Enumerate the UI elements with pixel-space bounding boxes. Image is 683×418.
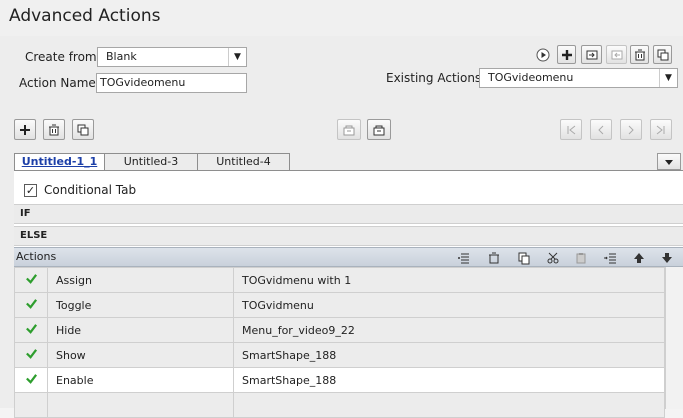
trash-icon[interactable] [486,250,502,266]
plus-icon [561,49,572,60]
table-row-selected[interactable]: Enable SmartShape_188 [14,367,665,393]
table-row[interactable]: Assign TOGvidmenu with 1 [14,267,665,293]
first-decision-button[interactable] [560,119,582,140]
paste-icon[interactable] [573,250,589,266]
target-cell[interactable]: SmartShape_188 [233,367,665,393]
create-from-label: Create from: [25,50,101,64]
check-icon [14,317,48,343]
conditional-tab-checkbox[interactable]: ✓ [24,184,37,197]
title-bar: Advanced Actions [0,0,683,36]
duplicate-icon [77,124,89,135]
tab-untitled-1-1[interactable]: Untitled-1_1 [14,153,105,170]
actions-table: Assign TOGvidmenu with 1 Toggle TOGvidme… [14,267,665,418]
plus-icon [20,124,30,135]
export-icon [611,50,622,59]
action-cell[interactable]: Assign [47,267,234,293]
decision-tabs: Untitled-1_1 Untitled-3 Untitled-4 [14,153,290,170]
trash-icon [634,49,645,60]
empty-check-cell [14,392,48,418]
save-decision-button[interactable] [337,119,361,140]
actions-header: Actions [14,247,683,267]
table-row[interactable]: Hide Menu_for_video9_22 [14,317,665,343]
chevron-left-icon [598,125,604,134]
tab-untitled-3[interactable]: Untitled-3 [104,153,198,170]
duplicate-icon [657,49,668,60]
action-name-input[interactable]: TOGvideomenu [96,73,247,93]
target-cell[interactable]: Menu_for_video9_22 [233,317,665,343]
duplicate-action-button[interactable] [653,45,672,64]
import-action-button[interactable] [581,45,602,64]
load-decision-button[interactable] [367,119,391,140]
action-cell[interactable]: Toggle [47,292,234,318]
target-cell[interactable] [233,392,665,418]
table-row[interactable] [14,392,665,418]
action-cell[interactable] [47,392,234,418]
existing-actions-label: Existing Actions: [386,71,486,85]
check-icon [14,367,48,393]
create-from-dropdown[interactable]: Blank ▼ [97,47,247,67]
target-cell[interactable]: TOGvidmenu with 1 [233,267,665,293]
check-icon [14,342,48,368]
target-cell[interactable]: SmartShape_188 [233,342,665,368]
insert-row-icon[interactable] [456,250,472,266]
chevron-down-icon: ▼ [228,48,246,66]
skip-last-icon [656,125,665,134]
else-section[interactable]: ELSE [14,226,683,246]
preview-play-icon[interactable] [535,47,551,63]
check-icon [14,292,48,318]
existing-actions-value: TOGvideomenu [488,71,574,84]
next-decision-button[interactable] [620,119,642,140]
export-action-button[interactable] [606,45,627,64]
action-cell[interactable]: Show [47,342,234,368]
existing-actions-dropdown[interactable]: TOGvideomenu ▼ [479,68,678,88]
arrow-down-icon[interactable] [659,250,675,266]
actions-scrollbar[interactable] [665,267,683,409]
window-title: Advanced Actions [9,6,161,26]
action-cell[interactable]: Hide [47,317,234,343]
conditional-tab-label: Conditional Tab [44,183,137,197]
skip-first-icon [567,125,576,134]
table-row[interactable]: Show SmartShape_188 [14,342,665,368]
cut-icon[interactable] [545,250,561,266]
add-decision-button[interactable] [14,119,36,140]
import-icon [586,50,597,59]
add-action-button[interactable] [557,45,576,64]
action-cell[interactable]: Enable [47,367,234,393]
folder-icon [373,125,385,135]
create-from-value: Blank [106,50,137,63]
delete-action-button[interactable] [630,45,649,64]
actions-title: Actions [16,250,57,263]
table-row[interactable]: Toggle TOGvidmenu [14,292,665,318]
if-section[interactable]: IF [14,204,683,224]
arrow-up-icon[interactable] [631,250,647,266]
chevron-down-icon [665,159,673,165]
check-icon [14,267,48,293]
delete-decision-button[interactable] [43,119,65,140]
previous-decision-button[interactable] [590,119,612,140]
decision-content: ✓ Conditional Tab IF ELSE Actions Assign… [14,170,683,418]
tab-untitled-4[interactable]: Untitled-4 [197,153,290,170]
copy-icon[interactable] [516,250,532,266]
insert-below-icon[interactable] [602,250,618,266]
duplicate-decision-button[interactable] [72,119,94,140]
target-cell[interactable]: TOGvidmenu [233,292,665,318]
last-decision-button[interactable] [650,119,672,140]
chevron-right-icon [628,125,634,134]
folder-icon [343,125,355,135]
trash-icon [49,124,59,135]
chevron-down-icon: ▼ [659,69,677,87]
action-name-label: Action Name: [19,76,100,90]
tabs-menu-button[interactable] [657,153,681,170]
